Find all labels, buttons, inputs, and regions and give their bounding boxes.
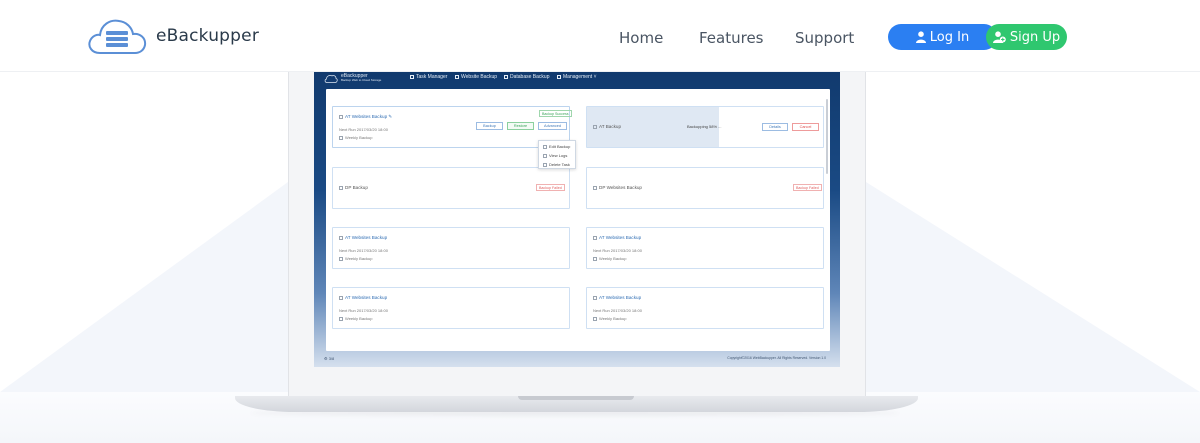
app-screenshot: eBackupper Backup Web to Cloud Storage T…: [314, 72, 840, 367]
task-icon: [593, 185, 597, 190]
calendar-icon: [593, 316, 597, 321]
task-icon: [339, 114, 343, 119]
app-brand-line2: Backup Web to Cloud Storage: [341, 78, 382, 82]
login-button[interactable]: Log In: [888, 24, 997, 50]
task-card[interactable]: AT Websites Backup ✎ Next Run 2017/03/20…: [332, 106, 572, 148]
task-schedule: Weekly Backup: [339, 135, 373, 140]
nav-home[interactable]: Home: [619, 29, 663, 47]
status-badge: Backup Failed: [536, 184, 565, 191]
details-button[interactable]: Details: [762, 123, 788, 131]
signup-button[interactable]: Sign Up: [986, 24, 1067, 50]
task-title[interactable]: AT Backup: [593, 124, 621, 129]
add-user-icon: [992, 31, 1006, 43]
task-card[interactable]: AT Websites Backup Next Run 2017/03/20 1…: [332, 227, 570, 269]
nav-features[interactable]: Features: [699, 29, 764, 47]
task-card[interactable]: DP Websites Backup Backup Failed: [586, 167, 824, 209]
site-logo[interactable]: eBackupper: [86, 16, 259, 56]
backup-button[interactable]: Backup: [476, 122, 503, 130]
task-title[interactable]: DP Websites Backup: [593, 185, 642, 190]
task-card[interactable]: AT Websites Backup Next Run 2017/03/20 1…: [586, 287, 824, 329]
task-card[interactable]: AT Backup Backupping 58% ... Details Can…: [586, 106, 824, 148]
nav-support[interactable]: Support: [795, 29, 854, 47]
app-footer-settings[interactable]: ⚙ 3/8: [324, 356, 334, 361]
task-schedule: Weekly Backup: [593, 256, 627, 261]
task-icon: [593, 235, 597, 240]
task-title[interactable]: AT Websites Backup: [593, 295, 641, 300]
edit-icon: [543, 144, 547, 149]
task-title[interactable]: AT Websites Backup: [339, 235, 387, 240]
advanced-button[interactable]: Advanced: [538, 122, 567, 130]
task-schedule: Weekly Backup: [339, 256, 373, 261]
menu-item-view-logs[interactable]: View Logs: [543, 153, 567, 158]
brand-name: eBackupper: [156, 26, 260, 46]
task-next-run: Next Run 2017/03/20 18:00: [339, 248, 388, 253]
task-panel: AT Websites Backup ✎ Next Run 2017/03/20…: [326, 89, 830, 351]
trash-icon: [543, 162, 547, 167]
task-schedule: Weekly Backup: [339, 316, 373, 321]
task-icon: [593, 124, 597, 129]
calendar-icon: [339, 256, 343, 261]
task-progress-status: Backupping 58% ...: [687, 124, 722, 129]
signup-label: Sign Up: [1009, 29, 1061, 45]
app-nav-website-backup[interactable]: Website Backup: [455, 74, 497, 80]
panel-scrollbar[interactable]: [826, 99, 828, 174]
task-title[interactable]: AT Websites Backup: [339, 295, 387, 300]
log-icon: [543, 153, 547, 158]
task-title[interactable]: AT Websites Backup: [593, 235, 641, 240]
task-next-run: Next Run 2017/03/20 18:00: [339, 127, 388, 132]
advanced-dropdown-menu: Edit Backup View Logs Delete Task: [538, 140, 576, 169]
task-title[interactable]: AT Websites Backup ✎: [339, 114, 392, 120]
task-card[interactable]: AT Websites Backup Next Run 2017/03/20 1…: [332, 287, 570, 329]
login-label: Log In: [929, 29, 970, 45]
calendar-icon: [339, 316, 343, 321]
task-card[interactable]: AT Websites Backup Next Run 2017/03/20 1…: [586, 227, 824, 269]
task-schedule: Weekly Backup: [593, 316, 627, 321]
task-card[interactable]: DP Backup Backup Failed: [332, 167, 570, 209]
task-next-run: Next Run 2017/03/20 18:00: [339, 308, 388, 313]
calendar-icon: [339, 135, 343, 140]
task-icon: [339, 185, 343, 190]
site-header: eBackupper Home Features Support Log In …: [0, 0, 1200, 72]
app-footer-copyright: Copyright©2016 WebBackupper. All Rights …: [727, 356, 826, 360]
app-topbar: eBackupper Backup Web to Cloud Storage T…: [314, 72, 840, 84]
menu-item-delete-task[interactable]: Delete Task: [543, 162, 570, 167]
task-icon: [339, 295, 343, 300]
task-next-run: Next Run 2017/03/20 18:00: [593, 248, 642, 253]
cloud-logo-icon: [88, 19, 147, 54]
app-cloud-icon: [324, 74, 338, 83]
menu-item-edit-backup[interactable]: Edit Backup: [543, 144, 570, 149]
app-brand: eBackupper Backup Web to Cloud Storage: [324, 72, 381, 84]
task-icon: [339, 235, 343, 240]
task-icon: [593, 295, 597, 300]
user-icon: [915, 31, 926, 43]
status-badge: Backup Success: [539, 110, 572, 117]
restore-button[interactable]: Restore: [507, 122, 534, 130]
app-nav-database-backup[interactable]: Database Backup: [504, 74, 549, 80]
app-nav-task-manager[interactable]: Task Manager: [410, 74, 447, 80]
task-next-run: Next Run 2017/03/20 18:00: [593, 308, 642, 313]
status-badge: Backup Failed: [793, 184, 822, 191]
calendar-icon: [593, 256, 597, 261]
app-nav-management[interactable]: Management ˅: [557, 74, 597, 80]
cancel-button[interactable]: Cancel: [792, 123, 819, 131]
laptop-notch: [518, 396, 634, 400]
task-title[interactable]: DP Backup: [339, 185, 368, 190]
